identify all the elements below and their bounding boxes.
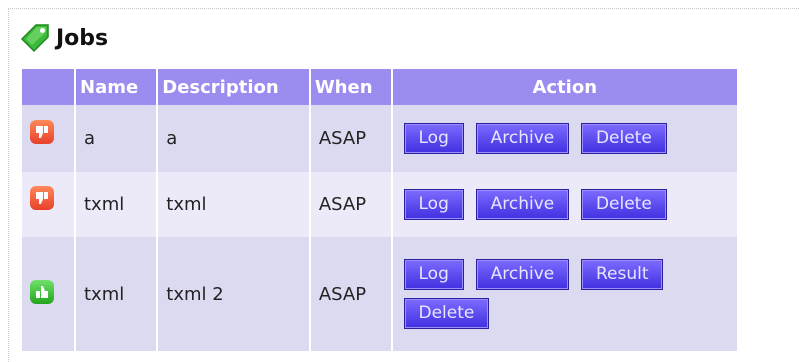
job-when: ASAP	[309, 105, 393, 172]
table-row: txml txml 2 ASAP Log Archive Result Dele…	[22, 237, 737, 351]
job-when: ASAP	[309, 172, 393, 237]
table-row: a a ASAP Log Archive Delete	[22, 105, 737, 172]
archive-button[interactable]: Archive	[475, 259, 570, 290]
thumbs-up-icon	[30, 279, 54, 304]
job-description: a	[157, 105, 311, 172]
status-cell	[22, 237, 76, 351]
status-cell	[22, 105, 76, 172]
section-border-top	[8, 8, 799, 9]
status-cell	[22, 172, 76, 237]
job-description: txml 2	[157, 237, 311, 351]
log-button[interactable]: Log	[403, 259, 464, 290]
log-button[interactable]: Log	[403, 123, 464, 154]
header-action: Action	[391, 69, 737, 105]
table-header-row: Name Description When Action	[22, 69, 737, 105]
delete-button[interactable]: Delete	[580, 123, 667, 154]
log-button[interactable]: Log	[403, 189, 464, 220]
archive-button[interactable]: Archive	[475, 123, 570, 154]
action-cell: Log Archive Result Delete	[391, 237, 737, 351]
archive-button[interactable]: Archive	[475, 189, 570, 220]
jobs-table: Name Description When Action a a ASAP Lo…	[22, 69, 737, 351]
job-name: txml	[75, 237, 159, 351]
action-cell: Log Archive Delete	[391, 105, 737, 172]
job-when: ASAP	[309, 237, 393, 351]
job-name: txml	[75, 172, 159, 237]
section-border-left	[8, 8, 9, 362]
header-when: When	[309, 69, 393, 105]
thumbs-down-icon	[30, 120, 54, 144]
job-name: a	[75, 105, 159, 172]
section-title: Jobs	[56, 26, 109, 51]
delete-button[interactable]: Delete	[403, 298, 490, 329]
header-status	[22, 69, 76, 105]
section-heading: Jobs	[20, 22, 108, 54]
action-cell: Log Archive Delete	[391, 172, 737, 237]
header-description: Description	[157, 69, 311, 105]
table-row: txml txml ASAP Log Archive Delete	[22, 172, 737, 237]
header-name: Name	[75, 69, 159, 105]
result-button[interactable]: Result	[580, 259, 664, 290]
delete-button[interactable]: Delete	[580, 189, 667, 220]
job-description: txml	[157, 172, 311, 237]
tag-icon	[20, 24, 49, 53]
thumbs-down-icon	[30, 186, 54, 210]
